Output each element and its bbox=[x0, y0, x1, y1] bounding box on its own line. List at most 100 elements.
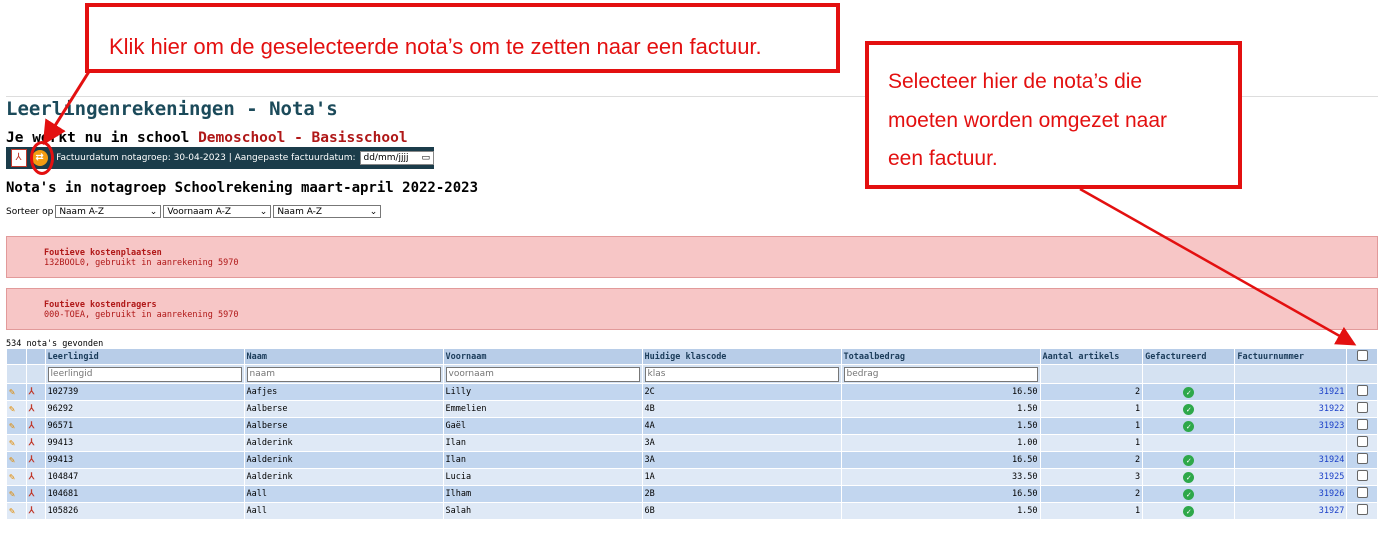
filter-voornaam-input[interactable] bbox=[445, 366, 640, 382]
edit-cell: ✎ bbox=[6, 502, 27, 520]
cell-bedrag: 16.50 bbox=[840, 451, 1041, 469]
convert-highlight-ring bbox=[30, 141, 54, 175]
pdf-cell: ⅄ bbox=[25, 468, 46, 486]
edit-cell: ✎ bbox=[6, 417, 27, 435]
cell-factuurnummer[interactable]: 31927 bbox=[1234, 502, 1348, 520]
col-factuurnummer[interactable]: Factuurnummer bbox=[1234, 348, 1348, 365]
cell-bedrag: 33.50 bbox=[840, 468, 1041, 486]
cell-naam: Aall bbox=[243, 485, 444, 503]
edit-cell: ✎ bbox=[6, 451, 27, 469]
cell-voornaam: Salah bbox=[442, 502, 643, 520]
alert-title: Foutieve kostendragers bbox=[44, 300, 157, 310]
cell-artikels: 2 bbox=[1039, 383, 1144, 401]
cell-factuurnummer[interactable]: 31925 bbox=[1234, 468, 1348, 486]
pdf-icon[interactable]: ⅄ bbox=[29, 455, 35, 465]
date-placeholder: dd/mm/jjjj bbox=[363, 153, 409, 163]
cell-klas: 4A bbox=[641, 417, 842, 435]
sort-select-3[interactable]: Naam A-Z ⌄ bbox=[273, 205, 382, 218]
table-row: ✎ ⅄ 105826 Aall Salah 6B 1.50 1 ✓ 31927 bbox=[6, 502, 1378, 520]
filter-naam-input[interactable] bbox=[246, 366, 441, 382]
chevron-down-icon: ⌄ bbox=[369, 206, 378, 217]
row-select-checkbox[interactable] bbox=[1356, 487, 1368, 498]
check-circle-icon: ✓ bbox=[1183, 505, 1195, 517]
cell-naam: Aalderink bbox=[243, 468, 444, 486]
row-select-checkbox[interactable] bbox=[1356, 453, 1368, 464]
row-select-checkbox[interactable] bbox=[1356, 419, 1368, 430]
pdf-icon[interactable]: ⅄ bbox=[29, 506, 35, 516]
col-naam[interactable]: Naam bbox=[243, 348, 444, 365]
filter-empty bbox=[25, 364, 46, 384]
pdf-cell: ⅄ bbox=[25, 434, 46, 452]
col-aantal-artikels[interactable]: Aantal artikels bbox=[1039, 348, 1144, 365]
edit-pencil-icon[interactable]: ✎ bbox=[9, 455, 15, 466]
col-gefactureerd[interactable]: Gefactureerd bbox=[1142, 348, 1236, 365]
cell-gefactureerd: ✓ bbox=[1142, 502, 1236, 520]
cell-naam: Aalberse bbox=[243, 400, 444, 418]
pdf-icon[interactable]: ⅄ bbox=[29, 472, 35, 482]
edit-cell: ✎ bbox=[6, 485, 27, 503]
callout-convert: Klik hier om de geselecteerde nota’s om … bbox=[85, 3, 840, 73]
cell-gefactureerd: ✓ bbox=[1142, 485, 1236, 503]
row-select-checkbox[interactable] bbox=[1356, 402, 1368, 413]
edit-pencil-icon[interactable]: ✎ bbox=[9, 506, 15, 517]
cell-naam: Aall bbox=[243, 502, 444, 520]
cell-select bbox=[1346, 451, 1378, 469]
table-row: ✎ ⅄ 99413 Aalderink Ilan 3A 1.00 1 bbox=[6, 434, 1378, 452]
row-select-checkbox[interactable] bbox=[1356, 385, 1368, 396]
cell-leerlingid: 99413 bbox=[44, 451, 245, 469]
cell-factuurnummer[interactable]: 31924 bbox=[1234, 451, 1348, 469]
sort-row: Sorteer op Naam A-Z ⌄ Voornaam A-Z ⌄ Naam … bbox=[6, 205, 382, 218]
cell-factuurnummer[interactable]: 31922 bbox=[1234, 400, 1348, 418]
select-all-checkbox[interactable] bbox=[1356, 349, 1368, 361]
filter-cell bbox=[243, 364, 444, 384]
cell-voornaam: Ilham bbox=[442, 485, 643, 503]
filter-leerlingid-input[interactable] bbox=[47, 366, 242, 382]
sort-select-2-value: Voornaam A-Z bbox=[167, 206, 232, 217]
row-select-checkbox[interactable] bbox=[1356, 470, 1368, 481]
edit-pencil-icon[interactable]: ✎ bbox=[9, 438, 15, 449]
cell-select bbox=[1346, 383, 1378, 401]
filter-klas-input[interactable] bbox=[644, 366, 839, 382]
cell-factuurnummer[interactable] bbox=[1234, 434, 1348, 452]
pdf-icon[interactable]: ⅄ bbox=[29, 489, 35, 499]
col-totaalbedrag[interactable]: Totaalbedrag bbox=[840, 348, 1041, 365]
cell-voornaam: Emmelien bbox=[442, 400, 643, 418]
edit-pencil-icon[interactable]: ✎ bbox=[9, 489, 15, 500]
filter-bedrag-input[interactable] bbox=[843, 366, 1038, 382]
pdf-cell: ⅄ bbox=[25, 502, 46, 520]
pdf-icon[interactable]: ⅄ bbox=[29, 404, 35, 414]
edit-pencil-icon[interactable]: ✎ bbox=[9, 472, 15, 483]
row-select-checkbox[interactable] bbox=[1356, 436, 1368, 447]
edit-pencil-icon[interactable]: ✎ bbox=[9, 404, 15, 415]
sort-label: Sorteer op bbox=[6, 206, 54, 217]
pdf-icon[interactable]: ⅄ bbox=[29, 438, 35, 448]
pdf-icon[interactable]: ⅄ bbox=[29, 421, 35, 431]
col-klascode[interactable]: Huidige klascode bbox=[641, 348, 842, 365]
cell-bedrag: 1.50 bbox=[840, 400, 1041, 418]
pdf-cell: ⅄ bbox=[25, 417, 46, 435]
filter-empty bbox=[1234, 364, 1348, 384]
cell-voornaam: Lilly bbox=[442, 383, 643, 401]
edit-pencil-icon[interactable]: ✎ bbox=[9, 387, 15, 398]
col-voornaam[interactable]: Voornaam bbox=[442, 348, 643, 365]
cell-factuurnummer[interactable]: 31923 bbox=[1234, 417, 1348, 435]
col-select-all bbox=[1346, 348, 1378, 365]
callout-select-line: Selecteer hier de nota’s die bbox=[888, 70, 1143, 93]
custom-invoice-date-input[interactable]: dd/mm/jjjj ▭ bbox=[359, 151, 434, 165]
chevron-down-icon: ⌄ bbox=[259, 206, 268, 217]
cell-gefactureerd: ✓ bbox=[1142, 451, 1236, 469]
row-select-checkbox[interactable] bbox=[1356, 504, 1368, 515]
cell-factuurnummer[interactable]: 31921 bbox=[1234, 383, 1348, 401]
pdf-button[interactable]: ⅄ bbox=[10, 149, 27, 167]
cell-select bbox=[1346, 417, 1378, 435]
col-leerlingid[interactable]: Leerlingid bbox=[44, 348, 245, 365]
edit-pencil-icon[interactable]: ✎ bbox=[9, 421, 15, 432]
sort-select-2[interactable]: Voornaam A-Z ⌄ bbox=[163, 205, 272, 218]
pdf-icon[interactable]: ⅄ bbox=[29, 387, 35, 397]
col-edit bbox=[6, 348, 27, 365]
filter-empty bbox=[1142, 364, 1236, 384]
cell-factuurnummer[interactable]: 31926 bbox=[1234, 485, 1348, 503]
sort-select-1-value: Naam A-Z bbox=[59, 206, 105, 217]
pdf-cell: ⅄ bbox=[25, 383, 46, 401]
sort-select-1[interactable]: Naam A-Z ⌄ bbox=[55, 205, 162, 218]
